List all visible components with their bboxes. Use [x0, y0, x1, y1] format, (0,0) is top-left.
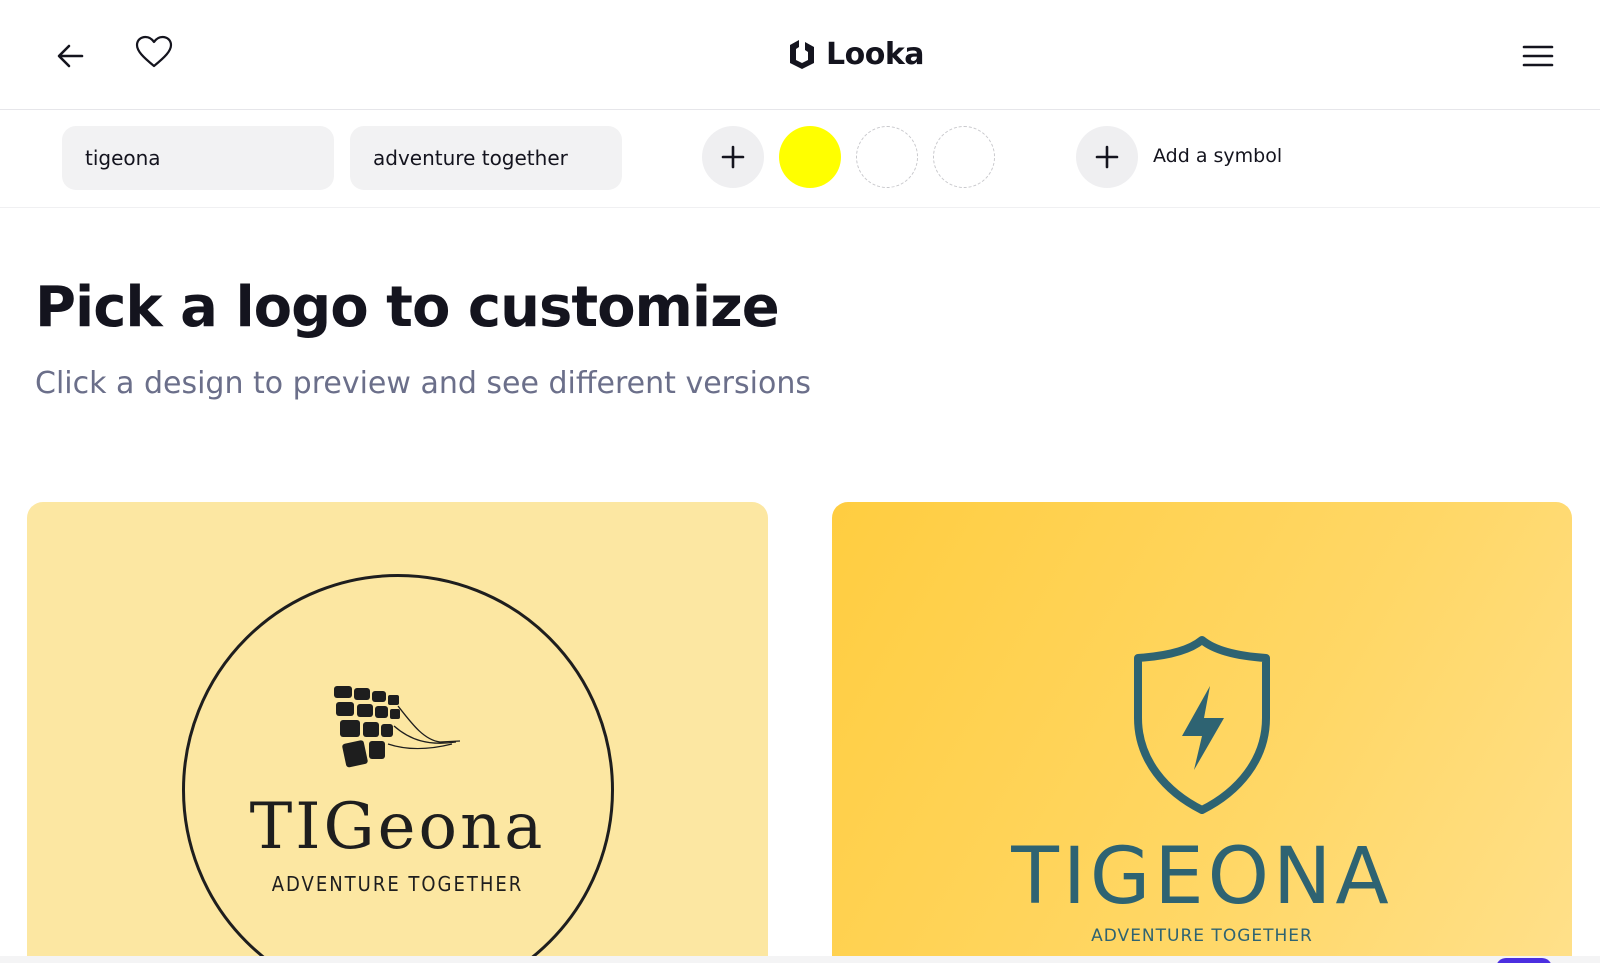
heart-icon [135, 35, 173, 68]
shield-lightning-icon [1134, 636, 1270, 814]
logo-card[interactable]: TIGeona ADVENTURE TOGETHER [27, 502, 768, 963]
favorites-button[interactable] [132, 30, 176, 74]
company-name-input[interactable]: tigeona [62, 126, 334, 190]
logo-wordmark: TIGEONA [1011, 832, 1393, 922]
logo-wordmark: TIGeona [249, 790, 546, 864]
back-button[interactable] [48, 34, 92, 78]
logo-tagline: ADVENTURE TOGETHER [1091, 926, 1313, 946]
logo-options-toolbar: tigeona adventure together Add a symbol [0, 112, 1600, 208]
top-navigation-bar: Looka [0, 0, 1600, 110]
arrow-left-icon [57, 44, 84, 68]
page-bottom-edge [0, 956, 1600, 963]
color-swatch-empty[interactable] [933, 126, 995, 188]
menu-button[interactable] [1516, 34, 1560, 78]
color-swatch-yellow[interactable] [779, 126, 841, 188]
color-swatch-empty[interactable] [856, 126, 918, 188]
grid-wave-symbol-icon [334, 686, 461, 768]
add-color-button[interactable] [702, 126, 764, 188]
brand-name: Looka [826, 36, 925, 72]
looka-logo-icon [790, 40, 814, 69]
page-title: Pick a logo to customize [35, 275, 780, 340]
add-symbol-label[interactable]: Add a symbol [1153, 145, 1282, 167]
logo-card[interactable]: TIGEONA ADVENTURE TOGETHER [832, 502, 1572, 963]
brand-logo[interactable]: Looka [786, 34, 925, 74]
plus-icon [721, 145, 745, 169]
hamburger-menu-icon [1522, 45, 1554, 67]
plus-icon [1095, 145, 1119, 169]
chat-widget-button[interactable] [1496, 958, 1552, 963]
add-symbol-button[interactable] [1076, 126, 1138, 188]
logo-tagline: ADVENTURE TOGETHER [271, 872, 524, 896]
page-subtitle: Click a design to preview and see differ… [35, 366, 811, 401]
slogan-input[interactable]: adventure together [350, 126, 622, 190]
